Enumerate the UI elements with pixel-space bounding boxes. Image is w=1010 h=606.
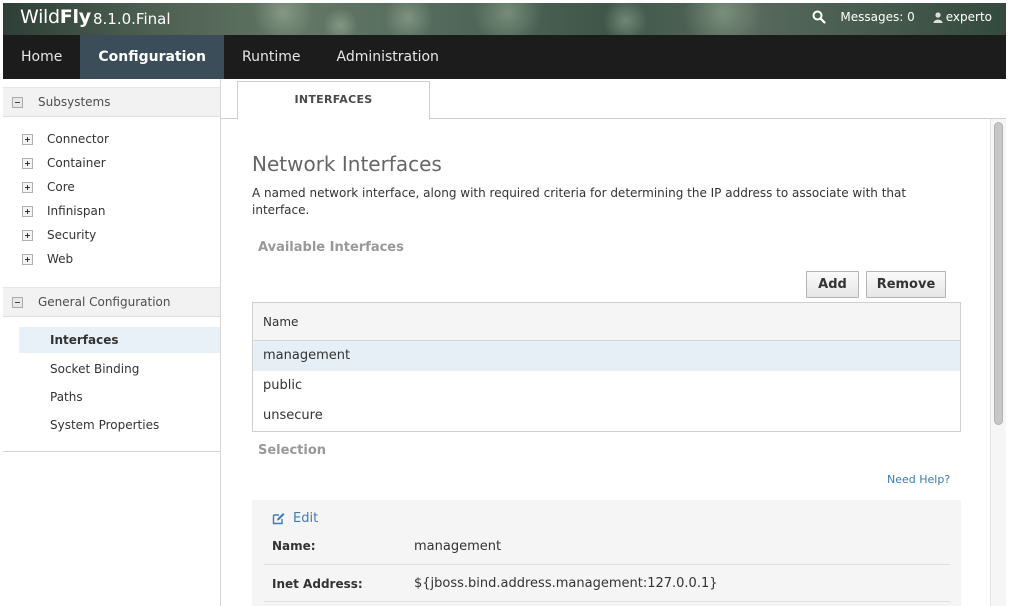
nav-home[interactable]: Home	[3, 35, 80, 79]
sidebar-item-system-properties[interactable]: System Properties	[19, 412, 220, 438]
selection-header: Selection	[258, 443, 327, 458]
detail-divider	[264, 564, 950, 565]
sidebar-item-paths[interactable]: Paths	[19, 384, 220, 410]
expand-icon[interactable]	[22, 229, 33, 241]
subsystem-connector[interactable]: Connector	[22, 132, 109, 146]
subsystem-web[interactable]: Web	[22, 252, 73, 266]
main-nav: Home Configuration Runtime Administratio…	[3, 35, 1006, 79]
nav-configuration[interactable]: Configuration	[80, 35, 224, 79]
subsystems-header[interactable]: Subsystems	[3, 87, 220, 117]
remove-button[interactable]: Remove	[866, 271, 946, 298]
messages-link[interactable]: Messages: 0	[840, 10, 914, 24]
table-row[interactable]: unsecure	[253, 401, 960, 431]
interfaces-table: Name management public unsecure	[252, 302, 961, 432]
subsystem-label: Infinispan	[47, 204, 106, 218]
table-row[interactable]: management	[253, 341, 960, 371]
subsystem-infinispan[interactable]: Infinispan	[22, 204, 105, 218]
sidebar-divider	[3, 451, 220, 452]
sidebar: Subsystems Connector Container Core Infi…	[3, 79, 221, 606]
subsystem-label: Security	[47, 228, 97, 242]
name-field-value: management	[414, 539, 502, 554]
wildfly-logo: WildFly	[20, 6, 91, 28]
version-label: 8.1.0.Final	[93, 10, 171, 28]
content-scrollbar[interactable]	[990, 119, 1006, 606]
subsystems-header-label: Subsystems	[38, 95, 111, 109]
expand-icon[interactable]	[22, 253, 33, 265]
selection-detail-panel: Edit Name: management Inet Address: ${jb…	[252, 500, 961, 606]
nav-administration[interactable]: Administration	[318, 35, 456, 79]
general-config-header-label: General Configuration	[38, 295, 171, 309]
subsystem-label: Core	[47, 180, 75, 194]
inet-address-label: Inet Address:	[272, 577, 363, 591]
column-header-name[interactable]: Name	[253, 303, 960, 341]
need-help-link[interactable]: Need Help?	[887, 473, 950, 486]
user-menu[interactable]: experto	[946, 10, 992, 24]
nav-runtime[interactable]: Runtime	[224, 35, 318, 79]
expand-icon[interactable]	[22, 205, 33, 217]
edit-link[interactable]: Edit	[272, 511, 318, 526]
tab-bar: INTERFACES	[221, 79, 1006, 120]
subsystem-label: Connector	[47, 132, 109, 146]
expand-icon[interactable]	[22, 181, 33, 193]
inet-address-value: ${jboss.bind.address.management:127.0.0.…	[414, 576, 718, 591]
subsystem-container[interactable]: Container	[22, 156, 106, 170]
page-title: Network Interfaces	[252, 152, 442, 176]
name-field-label: Name:	[272, 539, 316, 553]
subsystem-label: Web	[47, 252, 74, 266]
available-interfaces-header: Available Interfaces	[258, 240, 404, 255]
sidebar-item-socket-binding[interactable]: Socket Binding	[19, 356, 220, 382]
content-panel: INTERFACES Network Interfaces A named ne…	[221, 79, 1006, 606]
edit-icon	[272, 513, 285, 525]
search-icon[interactable]	[812, 10, 826, 24]
expand-icon[interactable]	[22, 157, 33, 169]
table-row[interactable]: public	[253, 371, 960, 401]
add-button[interactable]: Add	[806, 271, 859, 298]
header-banner: WildFly 8.1.0.Final Messages: 0 experto	[3, 3, 1006, 35]
sidebar-item-interfaces[interactable]: Interfaces	[19, 327, 220, 353]
detail-divider	[264, 601, 950, 602]
tab-interfaces[interactable]: INTERFACES	[237, 81, 430, 120]
subsystem-core[interactable]: Core	[22, 180, 75, 194]
subsystem-label: Container	[47, 156, 106, 170]
edit-label: Edit	[293, 511, 319, 526]
subsystem-security[interactable]: Security	[22, 228, 96, 242]
header-tools: Messages: 0 experto	[812, 10, 992, 24]
collapse-icon[interactable]	[12, 96, 23, 108]
general-config-header[interactable]: General Configuration	[3, 287, 220, 317]
expand-icon[interactable]	[22, 133, 33, 145]
scroll-thumb[interactable]	[994, 122, 1003, 425]
user-icon	[933, 11, 943, 23]
collapse-icon[interactable]	[12, 296, 23, 308]
page-description: A named network interface, along with re…	[252, 186, 907, 217]
